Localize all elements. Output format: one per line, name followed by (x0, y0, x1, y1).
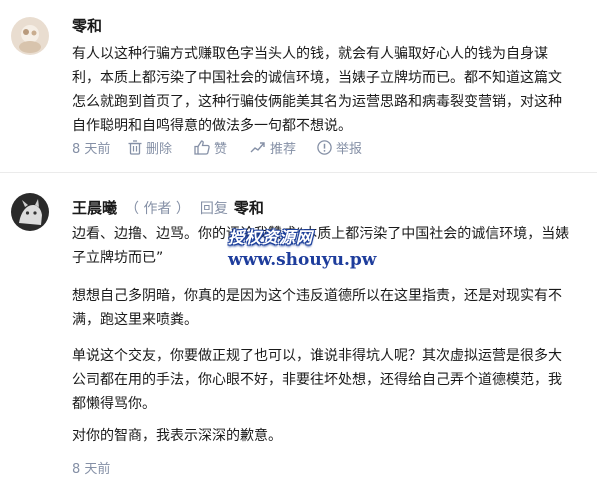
avatar-wangchenxi[interactable] (11, 193, 49, 231)
recommend-label: 推荐 (270, 142, 297, 157)
comment-divider (0, 172, 597, 173)
delete-label: 删除 (146, 142, 173, 157)
delete-button[interactable]: 删除 (128, 138, 172, 157)
reply-header: 王晨曦 （ 作者 ） 回复 零和 (72, 197, 264, 218)
report-button[interactable]: 举报 (317, 138, 362, 157)
comment-paragraph: 想想自己多阴暗，你真的是因为这个违反道德所以在这里指责，还是对现实有不满，跑这里… (72, 288, 562, 328)
comment-paragraph: 对你的智商，我表示深深的歉意。 (72, 428, 282, 444)
recommend-icon (250, 142, 265, 153)
recommend-button[interactable]: 推荐 (250, 138, 296, 157)
timestamp: 8 天前 (72, 142, 111, 157)
report-icon (317, 140, 332, 155)
username[interactable]: 王晨曦 (72, 197, 117, 218)
author-tag: （ 作者 ） (125, 200, 190, 217)
reply-target-username[interactable]: 零和 (234, 197, 264, 218)
trash-icon (128, 140, 142, 155)
comment-paragraph: 边看、边撸、边骂。你的评论我赞成“本质上都污染了中国社会的诚信环境，当婊子立牌坊… (72, 226, 570, 266)
comment-paragraph: 单说这个交友，你要做正规了也可以，谁说非得坑人呢？其次虚拟运营是很多大公司都在用… (72, 348, 562, 412)
comment-text: 有人以这种行骗方式赚取色字当头人的钱，就会有人骗取好心人的钱为自身谋利，本质上都… (72, 46, 562, 134)
username[interactable]: 零和 (72, 15, 102, 36)
avatar-zerosum[interactable] (11, 17, 49, 55)
reply-verb: 回复 (199, 200, 228, 217)
timestamp: 8 天前 (72, 462, 111, 477)
like-button[interactable]: 赞 (194, 138, 227, 157)
thumbs-up-icon (194, 140, 210, 155)
report-label: 举报 (336, 142, 363, 157)
like-label: 赞 (214, 142, 228, 157)
